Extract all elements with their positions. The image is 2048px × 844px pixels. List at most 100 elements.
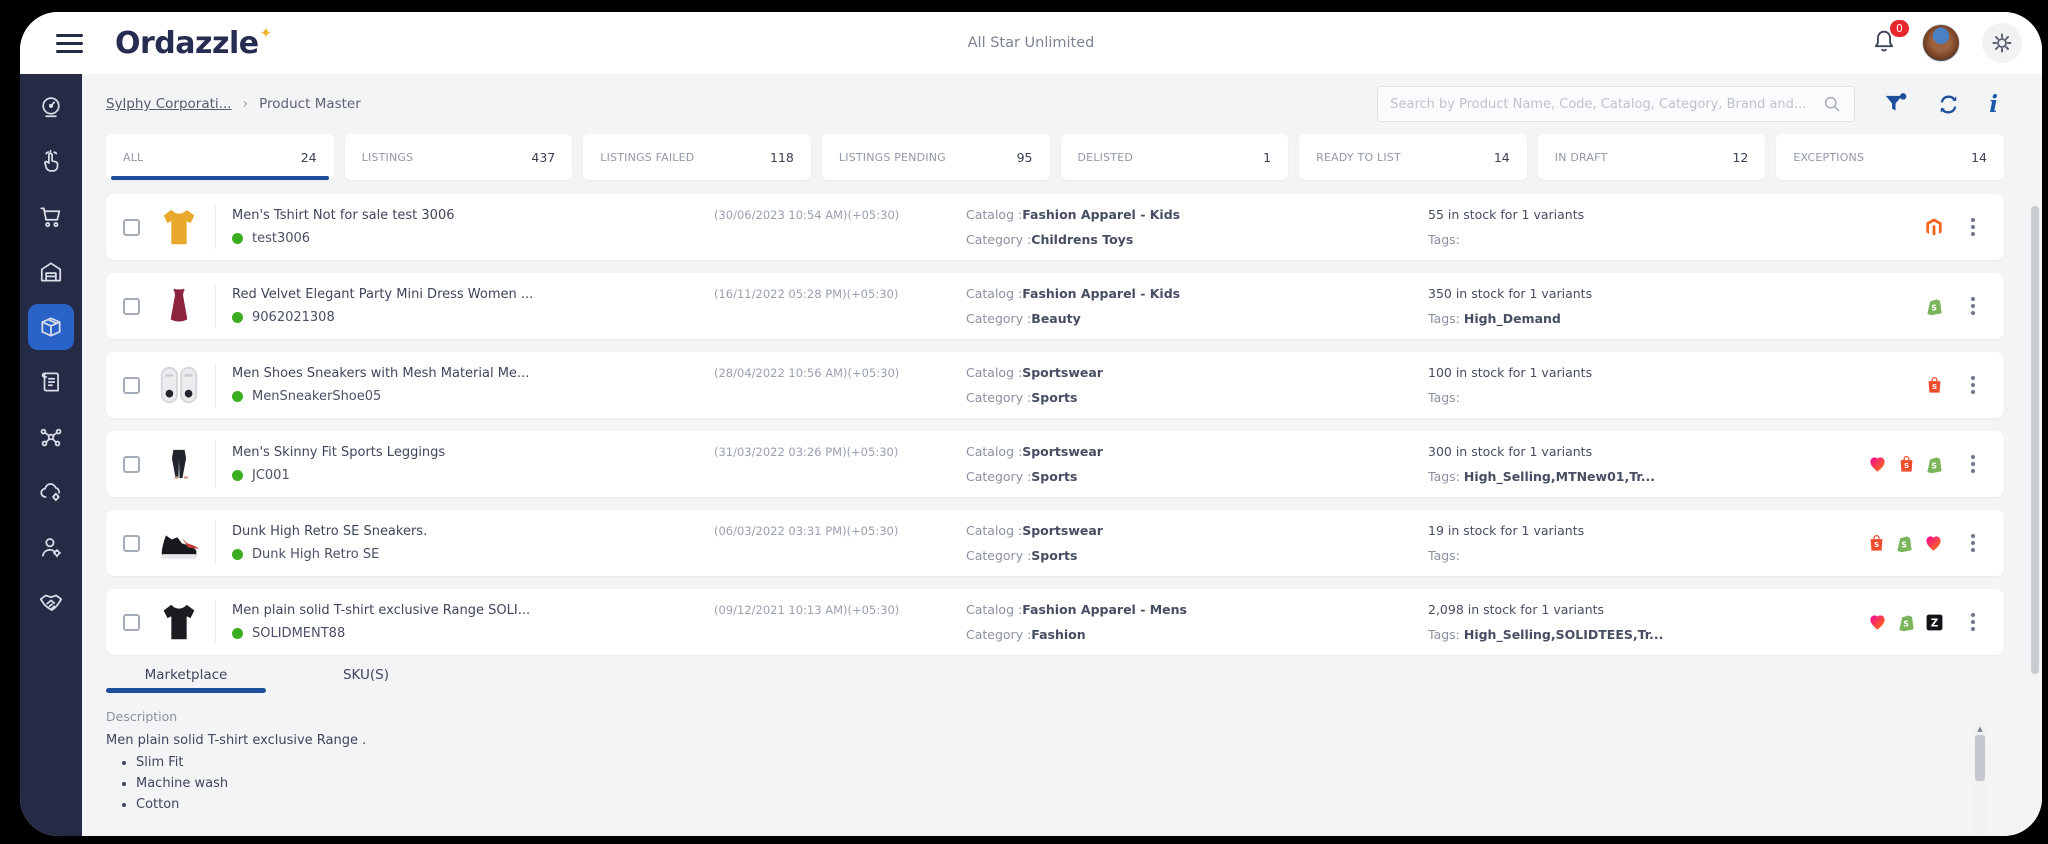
product-row[interactable]: Men's Tshirt Not for sale test 3006 test… bbox=[106, 194, 2004, 260]
row-checkbox[interactable] bbox=[123, 535, 140, 552]
shopify-icon: S bbox=[1925, 296, 1944, 317]
product-stock: 2,098 in stock for 1 variants bbox=[1428, 602, 1796, 617]
header-actions: 0 bbox=[1870, 23, 2022, 63]
product-list: Men's Tshirt Not for sale test 3006 test… bbox=[82, 180, 2042, 655]
channel-icons: S bbox=[1796, 296, 1944, 317]
row-checkbox[interactable] bbox=[123, 298, 140, 315]
tab-count: 95 bbox=[1017, 150, 1033, 165]
row-checkbox[interactable] bbox=[123, 219, 140, 236]
channel-icons: SZ bbox=[1796, 612, 1944, 633]
sidebar-item-cloud-settings[interactable] bbox=[28, 469, 74, 515]
product-date: (30/06/2023 10:54 AM)(+05:30) bbox=[714, 194, 966, 222]
detail-tabs: MarketplaceSKU(S) bbox=[82, 655, 2042, 693]
svg-text:S: S bbox=[1931, 461, 1937, 470]
status-tab-exceptions[interactable]: EXCEPTIONS14 bbox=[1776, 134, 2004, 180]
tab-count: 14 bbox=[1971, 150, 1987, 165]
status-tab-listings-pending[interactable]: LISTINGS PENDING95 bbox=[822, 134, 1050, 180]
svg-text:S: S bbox=[1931, 303, 1937, 312]
row-menu-button[interactable] bbox=[1944, 376, 1990, 394]
row-menu-button[interactable] bbox=[1944, 455, 1990, 473]
hamburger-menu-icon[interactable] bbox=[56, 34, 83, 53]
lazada-icon bbox=[1867, 455, 1888, 474]
notification-badge: 0 bbox=[1890, 20, 1909, 37]
handshake-icon bbox=[38, 589, 64, 615]
row-menu-button[interactable] bbox=[1944, 613, 1990, 631]
status-tab-in-draft[interactable]: IN DRAFT12 bbox=[1538, 134, 1766, 180]
scrollbar-thumb[interactable] bbox=[1975, 735, 1985, 781]
row-checkbox[interactable] bbox=[123, 456, 140, 473]
filter-button[interactable] bbox=[1882, 91, 1908, 117]
product-row[interactable]: Men's Skinny Fit Sports Leggings JC001 (… bbox=[106, 431, 2004, 497]
status-tab-ready-to-list[interactable]: READY TO LIST14 bbox=[1299, 134, 1527, 180]
svg-text:S: S bbox=[1874, 540, 1879, 549]
product-row[interactable]: Red Velvet Elegant Party Mini Dress Wome… bbox=[106, 273, 2004, 339]
product-category: Fashion bbox=[1031, 627, 1085, 642]
brand-logo[interactable]: Ordazzle ✦ bbox=[115, 26, 272, 61]
divider bbox=[215, 442, 216, 486]
list-scrollbar[interactable] bbox=[2031, 206, 2039, 674]
sidebar-item-warehouse[interactable] bbox=[28, 249, 74, 295]
detail-tab-marketplace[interactable]: Marketplace bbox=[106, 667, 266, 693]
product-catalog: Sportswear bbox=[1022, 444, 1103, 459]
description-label: Description bbox=[106, 709, 2042, 724]
tab-label: LISTINGS bbox=[362, 151, 414, 164]
sidebar-item-handshake[interactable] bbox=[28, 579, 74, 625]
product-name: Red Velvet Elegant Party Mini Dress Wome… bbox=[232, 287, 714, 302]
breadcrumb-parent-link[interactable]: Sylphy Corporati... bbox=[106, 96, 232, 112]
row-checkbox[interactable] bbox=[123, 614, 140, 631]
status-tab-listings[interactable]: LISTINGS437 bbox=[345, 134, 573, 180]
product-stock: 19 in stock for 1 variants bbox=[1428, 523, 1796, 538]
sidebar-item-listing-doc[interactable] bbox=[28, 359, 74, 405]
lazada-icon bbox=[1923, 534, 1944, 553]
status-tab-delisted[interactable]: DELISTED1 bbox=[1061, 134, 1289, 180]
top-header: Ordazzle ✦ All Star Unlimited 0 bbox=[20, 12, 2042, 74]
product-category: Beauty bbox=[1031, 311, 1080, 326]
product-row[interactable]: Men plain solid T-shirt exclusive Range … bbox=[106, 589, 2004, 655]
status-tab-listings-failed[interactable]: LISTINGS FAILED118 bbox=[583, 134, 811, 180]
sidebar-item-products-box[interactable] bbox=[28, 304, 74, 350]
product-date: (28/04/2022 10:56 AM)(+05:30) bbox=[714, 352, 966, 380]
status-dot-icon bbox=[232, 233, 243, 244]
tab-count: 24 bbox=[301, 150, 317, 165]
product-image bbox=[153, 436, 205, 492]
detail-scrollbar[interactable]: ▲ bbox=[1974, 722, 1986, 836]
cloud-settings-icon bbox=[38, 479, 64, 505]
description-bullet: Cotton bbox=[136, 797, 2042, 812]
detail-tab-skus[interactable]: SKU(S) bbox=[266, 667, 466, 693]
sidebar-item-network[interactable] bbox=[28, 414, 74, 460]
info-button[interactable]: i bbox=[1989, 93, 1998, 116]
product-tags: High_Selling,SOLIDTEES,Tr... bbox=[1464, 627, 1664, 642]
refresh-button[interactable] bbox=[1935, 91, 1962, 118]
shopify-icon: S bbox=[1897, 612, 1916, 633]
filter-icon bbox=[1882, 91, 1908, 117]
product-name: Men's Skinny Fit Sports Leggings bbox=[232, 445, 714, 460]
product-row[interactable]: Men Shoes Sneakers with Mesh Material Me… bbox=[106, 352, 2004, 418]
scroll-up-icon[interactable]: ▲ bbox=[1977, 722, 1982, 735]
product-row[interactable]: Dunk High Retro SE Sneakers. Dunk High R… bbox=[106, 510, 2004, 576]
sidebar-item-user-settings[interactable] bbox=[28, 524, 74, 570]
search-input[interactable] bbox=[1390, 97, 1822, 112]
row-menu-button[interactable] bbox=[1944, 297, 1990, 315]
product-catalog: Fashion Apparel - Kids bbox=[1022, 286, 1180, 301]
row-checkbox[interactable] bbox=[123, 377, 140, 394]
row-menu-button[interactable] bbox=[1944, 534, 1990, 552]
product-catalog: Sportswear bbox=[1022, 365, 1103, 380]
row-menu-button[interactable] bbox=[1944, 218, 1990, 236]
user-avatar[interactable] bbox=[1922, 24, 1960, 62]
product-name: Dunk High Retro SE Sneakers. bbox=[232, 524, 714, 539]
sidebar-item-dashboard[interactable] bbox=[28, 84, 74, 130]
svg-text:S: S bbox=[1904, 461, 1909, 470]
main-content: Sylphy Corporati... › Product Master bbox=[82, 74, 2042, 836]
svg-text:S: S bbox=[1932, 382, 1937, 391]
sidebar-item-cart[interactable] bbox=[28, 194, 74, 240]
product-stock: 300 in stock for 1 variants bbox=[1428, 444, 1796, 459]
shopee-icon: S bbox=[1897, 454, 1916, 475]
status-tab-all[interactable]: ALL24 bbox=[106, 134, 334, 180]
notifications-button[interactable]: 0 bbox=[1870, 28, 1900, 58]
description-bullet: Slim Fit bbox=[136, 755, 2042, 770]
shopee-icon: S bbox=[1925, 375, 1944, 396]
product-name: Men plain solid T-shirt exclusive Range … bbox=[232, 603, 714, 618]
sidebar-item-hand-pointer[interactable] bbox=[28, 139, 74, 185]
settings-button[interactable] bbox=[1982, 23, 2022, 63]
search-icon[interactable] bbox=[1822, 94, 1842, 114]
